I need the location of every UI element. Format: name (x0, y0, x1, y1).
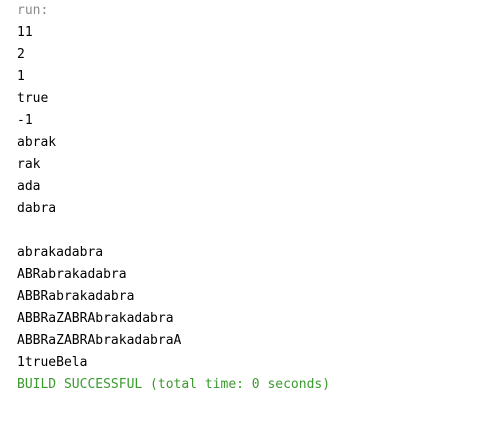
output-line: rak (17, 157, 41, 172)
output-line: ABRabrakadabra (17, 267, 127, 282)
output-line: ABBRabrakadabra (17, 289, 135, 304)
output-line: 1trueBela (17, 355, 88, 370)
output-line: ABBRaZABRAbrakadabra (17, 311, 174, 326)
output-line: ABBRaZABRAbrakadabraA (17, 333, 182, 348)
output-line: 2 (17, 47, 25, 62)
output-line: -1 (17, 113, 33, 128)
output-line: ada (17, 179, 41, 194)
output-line: abrak (17, 135, 57, 150)
output-line: abrakadabra (17, 245, 104, 260)
output-console: run: 11 2 1 true -1 abrak rak ada dabra … (17, 0, 487, 396)
run-header: run: (17, 3, 49, 18)
build-status: BUILD SUCCESSFUL (total time: 0 seconds) (17, 377, 331, 392)
output-line: 1 (17, 69, 25, 84)
output-line: 11 (17, 25, 33, 40)
output-line: dabra (17, 201, 57, 216)
output-line: true (17, 91, 49, 106)
